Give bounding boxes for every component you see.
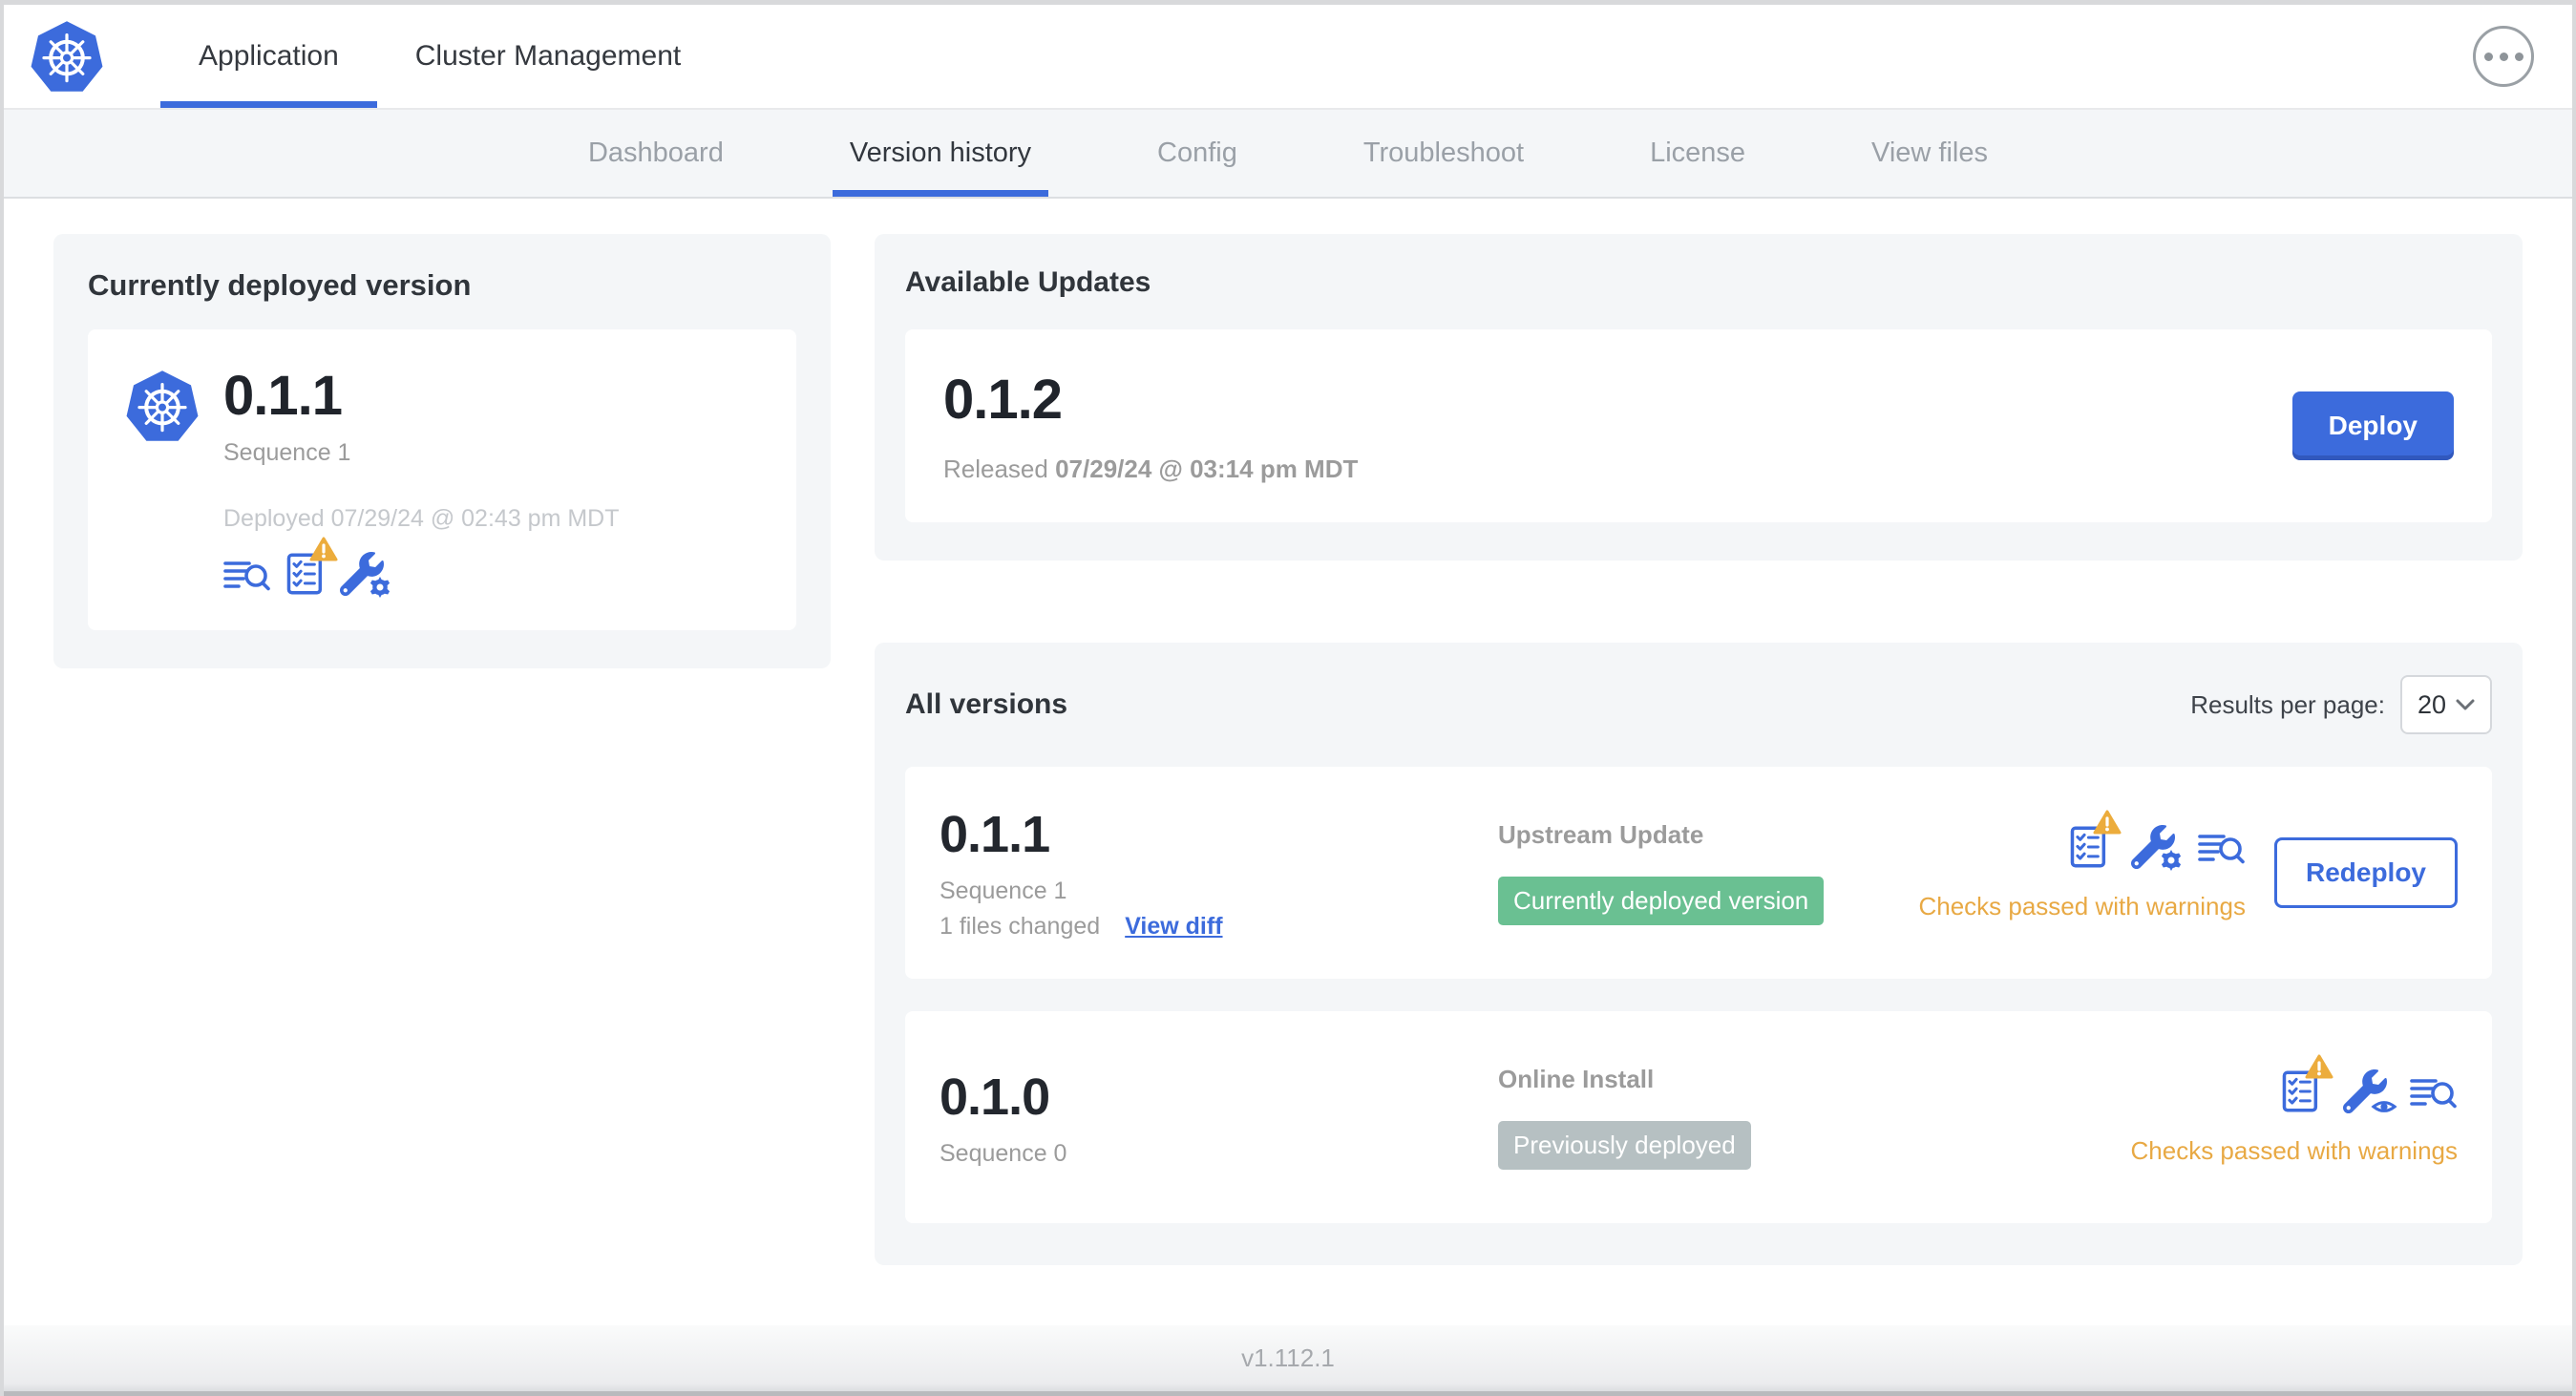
version-source: Upstream Update [1498,820,1704,849]
row-sequence: Sequence 1 [940,878,1067,904]
app-kubernetes-logo-icon [124,368,201,596]
tab-troubleshoot[interactable]: Troubleshoot [1346,110,1541,197]
footer: v1.112.1 [4,1325,2572,1396]
row-version-number: 0.1.1 [940,806,1050,863]
tab-view-files[interactable]: View files [1854,110,2005,197]
preflight-checks-icon[interactable] [2070,810,2122,869]
version-row-0.1.0: 0.1.0 Sequence 0 Online Install Previous… [905,1011,2492,1223]
row-sequence: Sequence 0 [940,1139,1067,1167]
all-versions-title: All versions [905,688,1068,720]
overflow-menu-button[interactable] [2473,26,2534,87]
tab-config[interactable]: Config [1140,110,1255,197]
view-config-icon[interactable] [2342,1068,2397,1116]
edit-config-icon[interactable] [2130,824,2184,872]
view-logs-icon[interactable] [2410,1073,2458,1113]
update-released-timestamp: 07/29/24 @ 03:14 pm MDT [1055,455,1359,483]
preflight-checks-icon[interactable] [2282,1054,2333,1113]
tab-cluster-management-label: Cluster Management [414,40,682,72]
deployed-version-number: 0.1.1 [223,365,343,427]
tab-version-history[interactable]: Version history [832,110,1049,197]
main-content: Currently deployed version 0.1.1 Sequenc… [4,199,2572,1325]
currently-deployed-badge: Currently deployed version [1498,877,1825,925]
warning-triangle-icon [2093,810,2122,835]
tab-license[interactable]: License [1633,110,1763,197]
all-versions-card: All versions Results per page: 20 0.1.1 … [875,643,2523,1265]
warning-triangle-icon [2305,1054,2333,1080]
currently-deployed-card: Currently deployed version 0.1.1 Sequenc… [53,234,831,668]
tab-application[interactable]: Application [160,5,377,108]
update-row: 0.1.2 Released 07/29/24 @ 03:14 pm MDT D… [905,329,2492,522]
app-subnav: Dashboard Version history Config Trouble… [4,110,2572,199]
active-subtab-underline [832,190,1049,197]
kubernetes-logo-icon [29,18,105,95]
deploy-button[interactable]: Deploy [2291,391,2454,460]
results-per-page-select[interactable]: 20 [2400,675,2492,734]
top-navbar: Application Cluster Management [4,5,2572,110]
edit-config-icon[interactable] [339,551,392,600]
checks-status: Checks passed with warnings [2130,1135,2459,1165]
currently-deployed-title: Currently deployed version [88,268,472,302]
row-version-number: 0.1.0 [940,1068,1050,1126]
console-version: v1.112.1 [1241,1343,1335,1372]
chevron-down-icon [2456,698,2475,711]
update-version-number: 0.1.2 [943,369,1063,431]
gear-icon [2159,848,2184,873]
previously-deployed-badge: Previously deployed [1498,1121,1751,1170]
update-released-line: Released 07/29/24 @ 03:14 pm MDT [943,455,1359,483]
redeploy-button[interactable]: Redeploy [2273,837,2458,908]
deployed-timestamp: Deployed 07/29/24 @ 02:43 pm MDT [223,504,620,532]
deployed-sequence: Sequence 1 [223,438,351,466]
ellipsis-icon [2483,52,2493,61]
available-updates-title: Available Updates [905,266,1151,298]
tab-cluster-management[interactable]: Cluster Management [377,5,719,108]
gear-icon [368,575,392,600]
eye-icon [2371,1096,2397,1117]
warning-triangle-icon [309,537,338,562]
checks-status: Checks passed with warnings [1918,891,2246,920]
version-source: Online Install [1498,1065,1655,1093]
currently-deployed-version-panel: 0.1.1 Sequence 1 Deployed 07/29/24 @ 02:… [88,329,796,630]
view-logs-icon[interactable] [223,556,271,596]
view-logs-icon[interactable] [2198,829,2246,869]
available-updates-card: Available Updates 0.1.2 Released 07/29/2… [875,234,2523,561]
files-changed-label: 1 files changed [940,913,1101,940]
results-per-page-label: Results per page: [2190,689,2385,719]
view-diff-link[interactable]: View diff [1125,913,1222,941]
tab-application-label: Application [199,40,339,72]
tab-dashboard[interactable]: Dashboard [571,110,741,197]
version-row-0.1.1: 0.1.1 Sequence 1 1 files changed View di… [905,767,2492,979]
preflight-checks-icon[interactable] [286,537,338,596]
active-tab-underline [160,101,377,108]
